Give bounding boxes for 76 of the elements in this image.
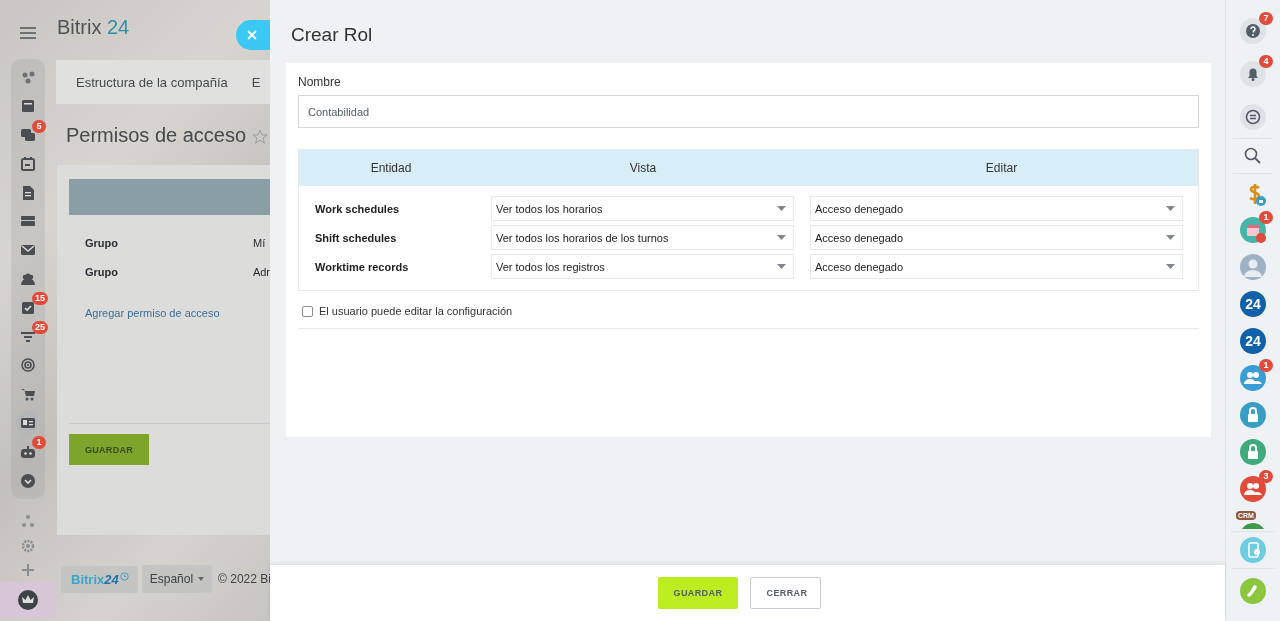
contact-card-icon[interactable]	[21, 415, 35, 430]
star-icon[interactable]	[252, 128, 269, 145]
robot-icon[interactable]	[21, 444, 35, 459]
chat-icon[interactable]	[21, 128, 35, 142]
language-dropdown[interactable]: Español	[141, 565, 213, 593]
feed-icon[interactable]	[21, 99, 35, 114]
select-field[interactable]: Acceso denegado	[810, 225, 1183, 250]
select-field[interactable]: Ver todos los horarios de los turnos	[491, 225, 794, 250]
app-icon[interactable]: 24	[1240, 290, 1266, 317]
notification-badge: 15	[32, 292, 48, 306]
notification-badge: 4	[1259, 54, 1273, 68]
chevron-down-icon[interactable]	[21, 473, 35, 488]
caret-icon	[1166, 235, 1175, 240]
tasks-icon[interactable]	[21, 300, 35, 315]
notification-badge: 1	[1259, 210, 1273, 224]
tab[interactable]: E	[251, 74, 261, 90]
cart-icon[interactable]	[21, 387, 35, 402]
help-icon[interactable]	[1240, 17, 1266, 44]
lock-icon[interactable]	[1240, 401, 1266, 428]
save-button[interactable]: GUARDAR	[657, 577, 738, 609]
column-header: Entidad	[369, 161, 413, 175]
page-title: Permisos de acceso	[66, 123, 247, 147]
table-cell: Mí	[253, 236, 266, 249]
select-field[interactable]: Ver todos los horarios	[491, 196, 794, 221]
select-field[interactable]: Acceso denegado	[810, 254, 1183, 279]
add-permission-link[interactable]: Agregar permiso de acceso	[69, 286, 270, 319]
column-header: Editar	[984, 161, 1019, 175]
tab[interactable]: Estructura de la compañía	[76, 74, 228, 90]
entity-label: Shift schedules	[315, 231, 398, 244]
drive-icon[interactable]	[21, 214, 35, 229]
mail-icon[interactable]	[21, 243, 35, 258]
notification-badge: 7	[1259, 11, 1273, 25]
caret-icon	[1166, 264, 1175, 269]
notification-badge: 3	[1259, 469, 1273, 483]
notification-badge: 1	[1259, 358, 1273, 372]
entity-label: Worktime records	[315, 260, 410, 273]
selected-nav-item[interactable]	[16, 410, 40, 435]
close-button[interactable]: CERRAR	[749, 577, 821, 609]
people-icon[interactable]	[1240, 364, 1266, 391]
people-icon[interactable]	[21, 271, 35, 286]
notification-badge: 25	[32, 321, 48, 335]
calendar-icon[interactable]	[21, 156, 35, 171]
panel-title: Crear Rol	[290, 23, 374, 47]
crown-icon[interactable]	[18, 590, 38, 611]
menu-icon[interactable]	[20, 27, 36, 39]
lock-icon[interactable]	[1240, 438, 1266, 465]
chat-icon[interactable]	[1240, 103, 1266, 130]
people-icon[interactable]	[1240, 475, 1266, 502]
entity-label: Work schedules	[315, 202, 401, 215]
clock-icon	[119, 571, 129, 581]
checkbox-label: El usuario puede editar la configuración	[319, 305, 513, 317]
table-cell-text: Grupo	[84, 265, 119, 278]
target-icon[interactable]	[21, 358, 35, 373]
checkbox[interactable]	[302, 305, 313, 317]
caret-icon	[198, 577, 205, 581]
caret-icon	[777, 264, 786, 269]
notification-badge: 1	[32, 436, 46, 450]
table-cell-text: Grupo	[84, 236, 119, 249]
table-cell: Adr	[252, 265, 270, 278]
select-field[interactable]: Acceso denegado	[810, 196, 1183, 221]
crown-tile[interactable]	[0, 582, 56, 619]
caret-icon	[777, 235, 786, 240]
document-icon[interactable]	[21, 185, 35, 200]
flow-icon[interactable]	[21, 70, 35, 85]
logo[interactable]: Bitrix 24	[56, 15, 130, 39]
name-field[interactable]: Contabilidad	[298, 95, 1199, 128]
field-label: Nombre	[298, 75, 342, 89]
caret-icon	[1166, 206, 1175, 211]
notification-badge: 5	[32, 119, 46, 133]
caret-icon	[777, 206, 786, 211]
filter-icon[interactable]	[21, 329, 35, 344]
column-header: Vista	[628, 161, 658, 175]
copyright-text: © 2022 Bi	[218, 572, 270, 586]
calendar-icon[interactable]	[1240, 216, 1266, 243]
select-field[interactable]: Ver todos los registros	[491, 254, 794, 279]
app-icon[interactable]: 24	[1240, 327, 1266, 354]
